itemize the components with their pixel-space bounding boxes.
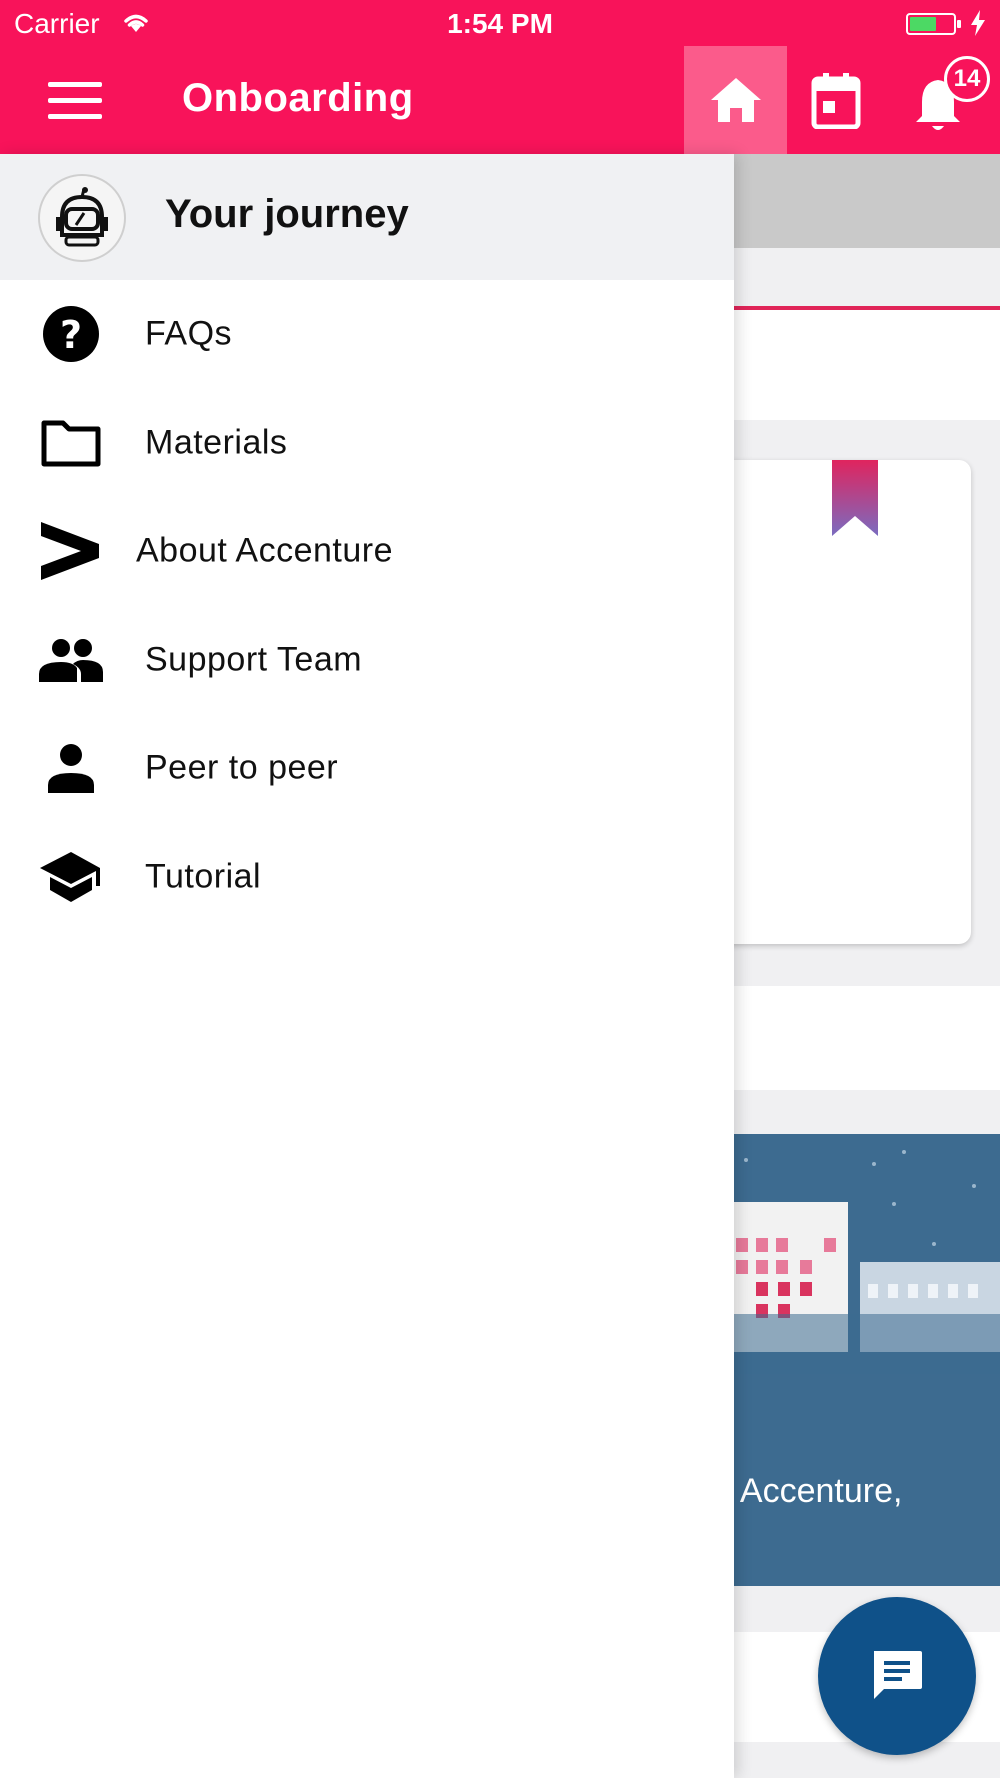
menu-item-faqs[interactable]: ? FAQs (0, 280, 734, 389)
banner-text: to Accenture, (734, 1472, 903, 1510)
menu-item-label: Support Team (145, 640, 363, 679)
help-circle-icon: ? (38, 301, 104, 367)
hamburger-menu-icon[interactable] (48, 82, 102, 122)
svg-text:?: ? (60, 313, 82, 357)
notification-count-badge: 14 (944, 56, 990, 102)
drawer-title: Your journey (165, 192, 409, 236)
bookmark-icon[interactable] (832, 460, 878, 536)
navigation-drawer: Your journey ? FAQs Materials About Acce… (0, 154, 734, 1778)
menu-item-peer-to-peer[interactable]: Peer to peer (0, 714, 734, 823)
welcome-banner[interactable]: to Accenture, (734, 1134, 1000, 1586)
menu-item-materials[interactable]: Materials (0, 389, 734, 498)
charging-bolt-icon (971, 10, 985, 36)
background-card[interactable] (734, 460, 971, 944)
background-content: to Accenture, (734, 154, 1000, 1778)
menu-item-label: Materials (145, 423, 288, 462)
home-icon (710, 78, 761, 122)
person-icon (38, 735, 104, 801)
calendar-tab[interactable] (796, 56, 876, 146)
menu-item-label: Peer to peer (145, 748, 339, 787)
menu-item-label: About Accenture (136, 531, 394, 570)
menu-item-tutorial[interactable]: Tutorial (0, 823, 734, 932)
accenture-logo-icon (38, 518, 104, 584)
astronaut-avatar-icon (38, 174, 126, 262)
background-grey-band (734, 154, 1000, 248)
status-bar: Carrier 1:54 PM (0, 0, 1000, 48)
background-section (734, 310, 1000, 420)
menu-item-support-team[interactable]: Support Team (0, 606, 734, 715)
chat-button[interactable] (818, 1597, 976, 1755)
calendar-icon (811, 73, 861, 129)
chat-icon (874, 1651, 922, 1699)
group-icon (38, 627, 104, 693)
menu-item-about-accenture[interactable]: About Accenture (0, 497, 734, 606)
folder-icon (38, 410, 104, 476)
background-section (734, 986, 1000, 1090)
app-title: Onboarding (182, 76, 414, 120)
drawer-header[interactable]: Your journey (0, 154, 734, 280)
status-time: 1:54 PM (447, 8, 553, 39)
menu-item-label: Tutorial (145, 857, 262, 896)
drawer-menu: ? FAQs Materials About Accenture Support… (0, 280, 734, 931)
battery-icon (906, 13, 961, 35)
city-illustration (734, 1150, 1000, 1374)
home-tab[interactable] (684, 46, 787, 154)
menu-item-label: FAQs (145, 314, 233, 353)
app-header: Carrier 1:54 PM Onboarding 14 (0, 0, 1000, 154)
graduation-cap-icon (38, 844, 104, 910)
